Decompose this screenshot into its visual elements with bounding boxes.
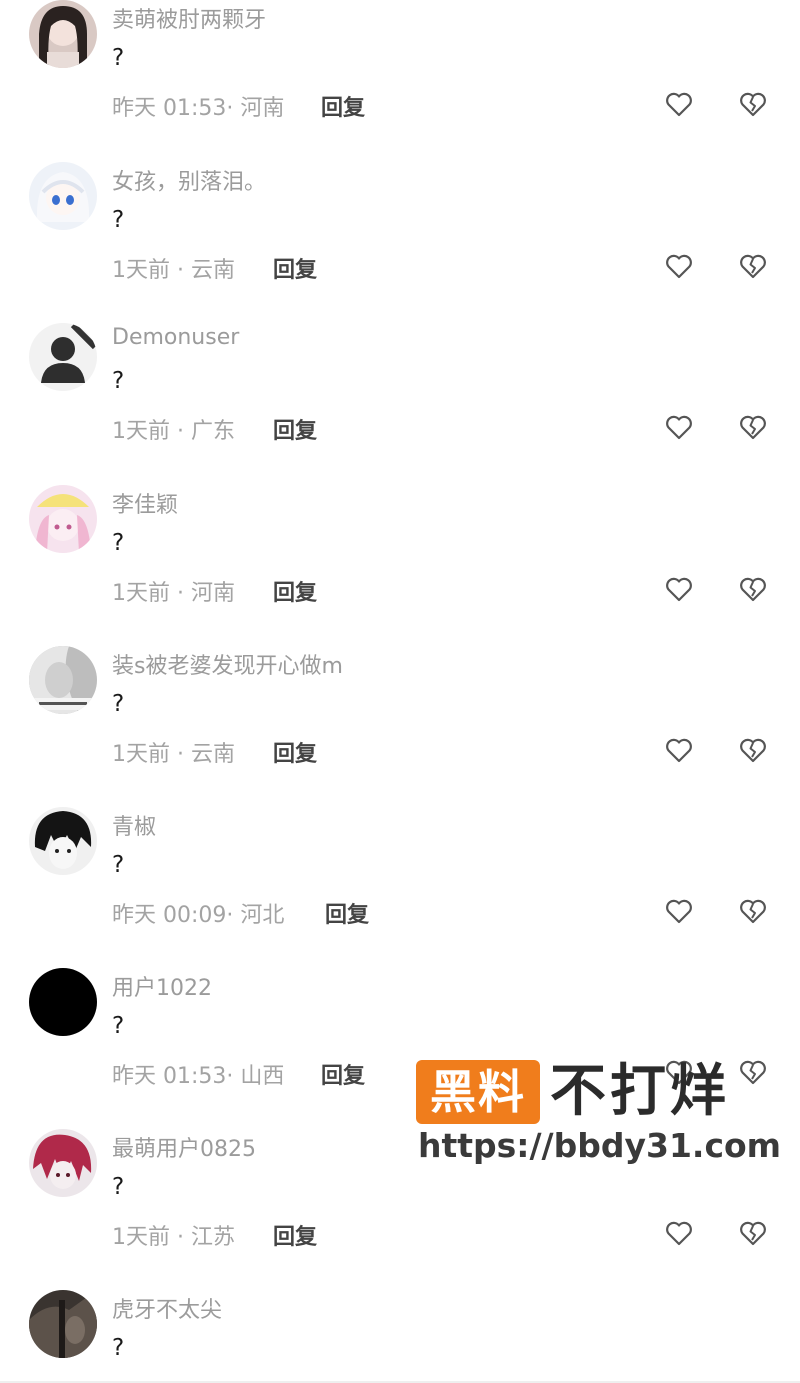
watermark-overlay: 黑料 不打烊 https://bbdy31.com <box>416 1059 781 1170</box>
comment-text: ? <box>112 207 125 233</box>
avatar[interactable] <box>29 0 97 68</box>
avatar[interactable] <box>29 807 97 875</box>
broken-heart-icon[interactable] <box>738 89 768 119</box>
reply-button[interactable]: 回复 <box>273 575 317 607</box>
broken-heart-icon[interactable] <box>738 412 768 442</box>
watermark-box-text: 黑料 <box>430 1065 526 1119</box>
heart-outline-icon[interactable] <box>664 412 694 442</box>
avatar[interactable] <box>29 968 97 1036</box>
username[interactable]: 用户1022 <box>112 970 212 1002</box>
comment-item: 虎牙不太尖 ? <box>0 1290 800 1383</box>
comment-text: ? <box>112 1174 125 1200</box>
comment-text: ? <box>112 691 125 717</box>
comment-text: ? <box>112 45 125 71</box>
avatar[interactable] <box>29 1129 97 1197</box>
username[interactable]: 青椒 <box>112 809 156 841</box>
reply-button[interactable]: 回复 <box>273 1219 317 1251</box>
heart-outline-icon[interactable] <box>664 251 694 281</box>
avatar[interactable] <box>29 485 97 553</box>
comment-text: ? <box>112 1013 125 1039</box>
reply-button[interactable]: 回复 <box>273 736 317 768</box>
avatar[interactable] <box>29 646 97 714</box>
broken-heart-icon[interactable] <box>738 251 768 281</box>
username[interactable]: 李佳颖 <box>112 487 178 519</box>
timestamp-location: 1天前 · 江苏 <box>112 1225 235 1250</box>
comment-list: 卖萌被肘两颗牙 ? 昨天 01:53· 河南 回复 女孩，别落泪。 ? 1天前 … <box>0 0 800 1383</box>
username[interactable]: 虎牙不太尖 <box>112 1292 222 1324</box>
timestamp-location: 昨天 00:09· 河北 <box>112 903 285 928</box>
watermark-url: https://bbdy31.com <box>418 1126 782 1165</box>
watermark-logo-box: 黑料 <box>416 1060 540 1124</box>
comment-text: ? <box>112 1335 125 1361</box>
comment-item: 青椒 ? 昨天 00:09· 河北 回复 <box>0 807 800 968</box>
timestamp-location: 昨天 01:53· 山西 <box>112 1064 285 1089</box>
heart-outline-icon[interactable] <box>664 1218 694 1248</box>
username[interactable]: Demonuser <box>112 325 239 350</box>
timestamp-location: 1天前 · 云南 <box>112 258 235 283</box>
watermark-big-text: 不打烊 <box>550 1059 730 1124</box>
comment-text: ? <box>112 530 125 556</box>
comment-text: ? <box>112 368 125 394</box>
heart-outline-icon[interactable] <box>664 89 694 119</box>
avatar[interactable] <box>29 162 97 230</box>
avatar[interactable] <box>29 323 97 391</box>
timestamp-location: 1天前 · 河南 <box>112 581 235 606</box>
comment-item: 装s被老婆发现开心做m ? 1天前 · 云南 回复 <box>0 646 800 807</box>
timestamp-location: 1天前 · 云南 <box>112 742 235 767</box>
reply-button[interactable]: 回复 <box>321 90 365 122</box>
heart-outline-icon[interactable] <box>664 735 694 765</box>
comment-item: 李佳颖 ? 1天前 · 河南 回复 <box>0 485 800 646</box>
timestamp-location: 1天前 · 广东 <box>112 419 235 444</box>
comment-item: Demonuser ? 1天前 · 广东 回复 <box>0 323 800 484</box>
reply-button[interactable]: 回复 <box>325 897 369 929</box>
username[interactable]: 最萌用户0825 <box>112 1131 256 1163</box>
broken-heart-icon[interactable] <box>738 1218 768 1248</box>
username[interactable]: 女孩，别落泪。 <box>112 164 266 196</box>
avatar[interactable] <box>29 1290 97 1358</box>
username[interactable]: 装s被老婆发现开心做m <box>112 648 343 680</box>
comment-item: 卖萌被肘两颗牙 ? 昨天 01:53· 河南 回复 <box>0 0 800 161</box>
broken-heart-icon[interactable] <box>738 735 768 765</box>
broken-heart-icon[interactable] <box>738 896 768 926</box>
reply-button[interactable]: 回复 <box>321 1058 365 1090</box>
broken-heart-icon[interactable] <box>738 574 768 604</box>
reply-button[interactable]: 回复 <box>273 252 317 284</box>
comment-text: ? <box>112 852 125 878</box>
heart-outline-icon[interactable] <box>664 896 694 926</box>
reply-button[interactable]: 回复 <box>273 413 317 445</box>
comment-item: 女孩，别落泪。 ? 1天前 · 云南 回复 <box>0 162 800 323</box>
timestamp-location: 昨天 01:53· 河南 <box>112 96 285 121</box>
username[interactable]: 卖萌被肘两颗牙 <box>112 2 266 34</box>
heart-outline-icon[interactable] <box>664 574 694 604</box>
